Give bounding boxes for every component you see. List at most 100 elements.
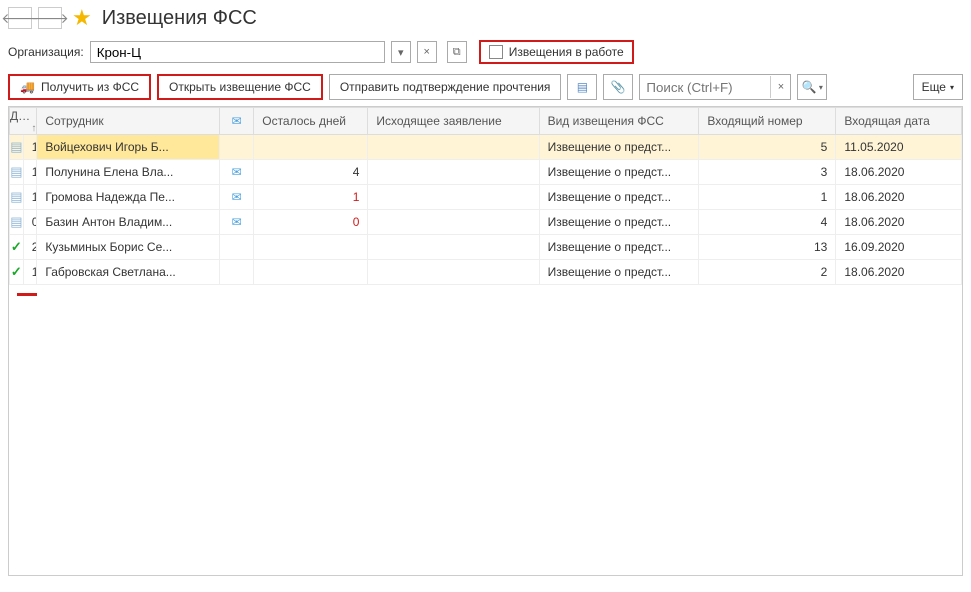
- cell-days-left: 4: [254, 160, 368, 185]
- chevron-down-icon: ▾: [950, 83, 954, 92]
- cell-days-left: 0: [254, 210, 368, 235]
- cell-outgoing: [368, 210, 539, 235]
- get-from-fss-button[interactable]: 🚚 Получить из ФСС: [8, 74, 151, 100]
- in-work-label: Извещения в работе: [509, 45, 624, 59]
- col-incoming-num[interactable]: Входящий номер: [699, 108, 836, 135]
- col-notice-type[interactable]: Вид извещения ФСС: [539, 108, 699, 135]
- nav-back-button[interactable]: 🡐: [8, 7, 32, 29]
- col-incoming-date[interactable]: Входящая дата: [836, 108, 962, 135]
- cell-incoming-num: 2: [699, 260, 836, 285]
- list-icon: ▤: [577, 80, 588, 94]
- cell-incoming-date: 18.06.2020: [836, 185, 962, 210]
- page-title: Извещения ФСС: [102, 7, 257, 30]
- col-outgoing[interactable]: Исходящее заявление: [368, 108, 539, 135]
- document-icon: ▤: [10, 139, 22, 154]
- cell-outgoing: [368, 185, 539, 210]
- document-icon: ▤: [10, 189, 22, 204]
- cell-date: 14.09.2020: [23, 160, 37, 185]
- cell-days-left: [254, 260, 368, 285]
- mail-icon: ✉: [232, 165, 242, 179]
- check-icon: ✓: [11, 264, 22, 279]
- org-label: Организация:: [8, 45, 84, 59]
- notifications-table: Дата ↑ Сотрудник ✉ Осталось дней Исходящ…: [9, 107, 962, 285]
- mail-header-icon: ✉: [232, 114, 242, 128]
- cell-notice-type: Извещение о предст...: [539, 185, 699, 210]
- mail-icon: ✉: [232, 215, 242, 229]
- table-row[interactable]: ✓11.05.2020Габровская Светлана... Извещен…: [10, 260, 962, 285]
- clip-icon: 📎: [611, 80, 626, 94]
- table-row[interactable]: ✓29.07.2020Кузьминых Борис Се... Извещени…: [10, 235, 962, 260]
- cell-date: 29.07.2020: [23, 235, 37, 260]
- truck-icon: 🚚: [20, 80, 35, 94]
- mail-icon: ✉: [232, 190, 242, 204]
- cell-outgoing: [368, 235, 539, 260]
- org-dropdown-button[interactable]: ▾: [391, 41, 411, 63]
- cell-date: 15.09.2020: [23, 135, 37, 160]
- in-work-checkbox[interactable]: [489, 45, 503, 59]
- get-from-fss-label: Получить из ФСС: [41, 80, 139, 94]
- table-row[interactable]: ▤11.09.2020Громова Надежда Пе...✉1Извеще…: [10, 185, 962, 210]
- favorite-star-icon[interactable]: ★: [72, 5, 92, 31]
- cell-incoming-date: 18.06.2020: [836, 260, 962, 285]
- cell-employee: Базин Антон Владим...: [37, 210, 220, 235]
- search-input[interactable]: [640, 75, 770, 99]
- cell-incoming-num: 3: [699, 160, 836, 185]
- cell-date: 11.05.2020: [23, 260, 37, 285]
- cell-days-left: [254, 135, 368, 160]
- more-button[interactable]: Еще ▾: [913, 74, 963, 100]
- search-run-button[interactable]: 🔍 ▾: [797, 74, 827, 100]
- col-date-label: Дата: [10, 109, 37, 123]
- cell-days-left: 1: [254, 185, 368, 210]
- cell-days-left: [254, 235, 368, 260]
- cell-employee: Войцехович Игорь Б...: [37, 135, 220, 160]
- attachment-button[interactable]: 📎: [603, 74, 633, 100]
- org-open-button[interactable]: ⧉: [447, 41, 467, 63]
- open-notice-label: Открыть извещение ФСС: [169, 80, 311, 94]
- cell-outgoing: [368, 135, 539, 160]
- table-row[interactable]: ▤09.09.2020Базин Антон Владим... ✉ 0 Извеще…: [10, 210, 962, 235]
- cell-notice-type: Извещение о предст...: [539, 260, 699, 285]
- org-input[interactable]: [90, 41, 385, 63]
- cell-incoming-num: 13: [699, 235, 836, 260]
- cell-employee: Полунина Елена Вла...: [37, 160, 220, 185]
- search-clear-button[interactable]: ×: [770, 76, 790, 98]
- cell-notice-type: Извещение о предст...: [539, 160, 699, 185]
- col-date[interactable]: Дата ↑: [10, 108, 37, 135]
- cell-employee: Кузьминых Борис Се...: [37, 235, 220, 260]
- cell-outgoing: [368, 160, 539, 185]
- col-days-left[interactable]: Осталось дней: [254, 108, 368, 135]
- document-icon: ▤: [10, 164, 22, 179]
- cell-incoming-num: 5: [699, 135, 836, 160]
- cell-employee: Габровская Светлана...: [37, 260, 220, 285]
- sort-asc-icon: ↑: [31, 123, 36, 134]
- org-clear-button[interactable]: ×: [417, 41, 437, 63]
- cell-notice-type: Извещение о предст...: [539, 235, 699, 260]
- send-confirmation-button[interactable]: Отправить подтверждение прочтения: [329, 74, 562, 100]
- cell-date: 09.09.2020: [23, 210, 37, 235]
- cell-incoming-num: 4: [699, 210, 836, 235]
- nav-forward-button[interactable]: 🡒: [38, 7, 62, 29]
- cell-incoming-date: 18.06.2020: [836, 210, 962, 235]
- more-label: Еще: [922, 80, 946, 94]
- list-view-button[interactable]: ▤: [567, 74, 597, 100]
- cell-incoming-date: 11.05.2020: [836, 135, 962, 160]
- table-row[interactable]: ▤15.09.2020Войцехович Игорь Б... Извещени…: [10, 135, 962, 160]
- cell-employee: Громова Надежда Пе...: [37, 185, 220, 210]
- table-row[interactable]: ▤14.09.2020Полунина Елена Вла... ✉ 4 Извеще…: [10, 160, 962, 185]
- cell-incoming-date: 18.06.2020: [836, 160, 962, 185]
- col-mail[interactable]: ✉: [220, 108, 254, 135]
- cell-incoming-date: 16.09.2020: [836, 235, 962, 260]
- document-icon: ▤: [10, 214, 22, 229]
- search-icon: 🔍: [802, 80, 817, 94]
- col-employee[interactable]: Сотрудник: [37, 108, 220, 135]
- cell-incoming-num: 1: [699, 185, 836, 210]
- cell-notice-type: Извещение о предст...: [539, 135, 699, 160]
- chevron-down-icon: ▾: [819, 83, 823, 92]
- red-marker: [17, 293, 37, 296]
- cell-outgoing: [368, 260, 539, 285]
- send-confirmation-label: Отправить подтверждение прочтения: [340, 80, 551, 94]
- open-notice-fss-button[interactable]: Открыть извещение ФСС: [157, 74, 323, 100]
- cell-date: 11.09.2020: [23, 185, 37, 210]
- cell-notice-type: Извещение о предст...: [539, 210, 699, 235]
- check-icon: ✓: [11, 239, 22, 254]
